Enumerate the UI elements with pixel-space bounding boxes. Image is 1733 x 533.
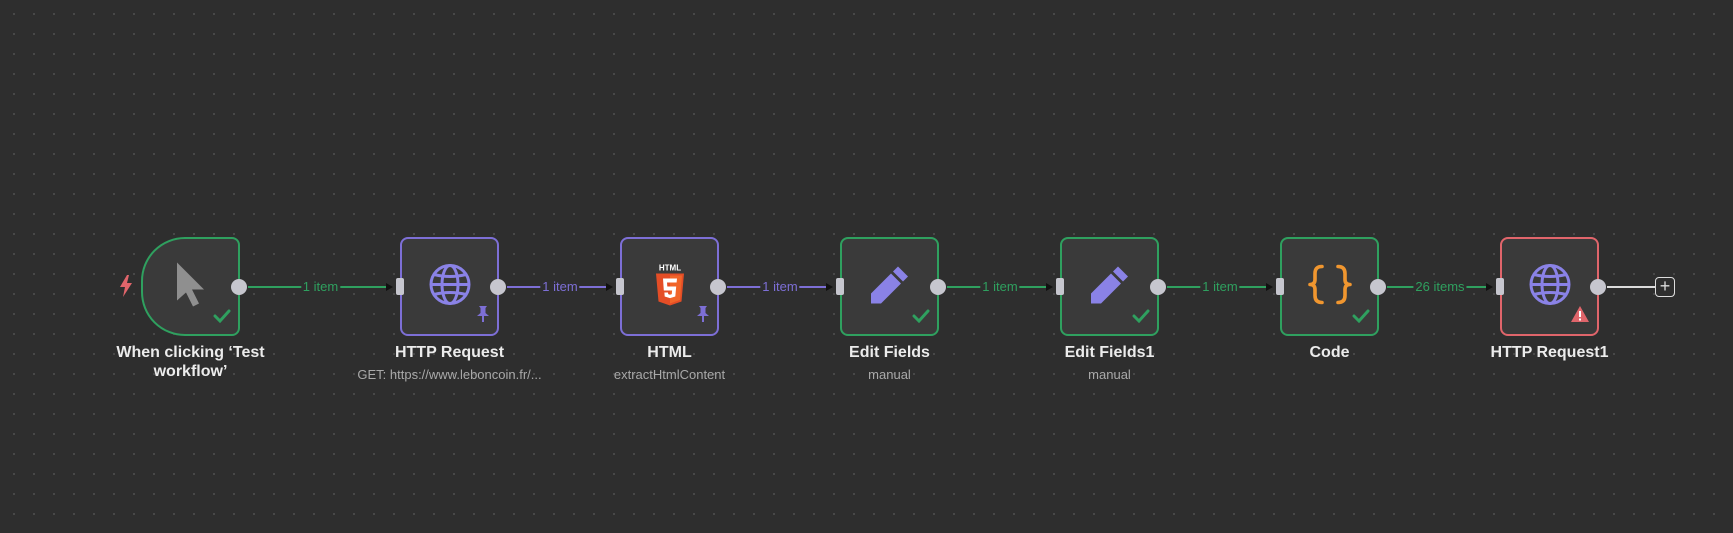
connection-item-count: 1 item [980,279,1020,295]
node-title: Edit Fields [849,344,930,361]
node-subtitle: GET: https://www.leboncoin.fr/... [357,367,542,382]
input-handle[interactable] [1056,278,1064,295]
output-handle[interactable] [1150,279,1166,295]
connection-arrow [826,283,833,291]
warning-icon [1570,305,1590,328]
globe-icon [1528,262,1572,311]
pin-icon [696,305,710,328]
pencil-icon [1089,263,1131,310]
connection-arrow [386,283,393,291]
connection-arrow [606,283,613,291]
workflow-node[interactable] [836,237,946,336]
connection-item-count: 1 item [540,279,580,295]
html5-icon-text: HTML [658,263,680,272]
connection-item-count: 1 item [760,279,800,295]
node-title: Code [1309,344,1350,361]
pin-icon [476,305,490,328]
connection-arrow [1046,283,1053,291]
success-check-icon [213,309,231,328]
pencil-icon [869,263,911,310]
node-title: HTTP Request [394,344,505,361]
connection-item-count: 26 items [1413,279,1467,295]
input-handle[interactable] [836,278,844,295]
output-handle[interactable] [1590,279,1606,295]
output-handle[interactable] [710,279,726,295]
node-title: HTML [647,344,692,361]
input-handle[interactable] [1496,278,1504,295]
globe-icon [428,262,472,311]
node-title: Edit Fields1 [1064,344,1155,361]
workflow-node[interactable] [141,237,247,336]
success-check-icon [1352,309,1370,328]
cursor-icon [174,260,208,313]
output-handle[interactable] [490,279,506,295]
add-node-button[interactable]: + [1655,277,1675,297]
node-title: When clicking ‘Test workflow’ [116,344,265,380]
workflow-node[interactable]: HTML [616,237,726,336]
output-handle[interactable] [930,279,946,295]
node-title: HTTP Request1 [1490,344,1609,361]
node-subtitle: manual [868,367,911,382]
trigger-bolt-icon [118,274,134,303]
input-handle[interactable] [616,278,624,295]
connection-arrow [1266,283,1273,291]
workflow-node[interactable] [1276,237,1386,336]
workflow-node[interactable] [396,237,506,336]
connection-item-count: 1 item [300,279,341,295]
input-handle[interactable] [1276,278,1284,295]
node-subtitle: manual [1088,367,1131,382]
braces-icon [1307,262,1352,311]
output-handle[interactable] [1370,279,1386,295]
success-check-icon [1132,309,1150,328]
output-handle[interactable] [231,279,247,295]
input-handle[interactable] [396,278,404,295]
success-check-icon [912,309,930,328]
connection-arrow [1486,283,1493,291]
workflow-node[interactable] [1496,237,1606,336]
connection-item-count: 1 item [1200,279,1240,295]
node-subtitle: extractHtmlContent [613,367,726,382]
html5-icon: HTML [653,262,687,311]
workflow-node[interactable] [1056,237,1166,336]
